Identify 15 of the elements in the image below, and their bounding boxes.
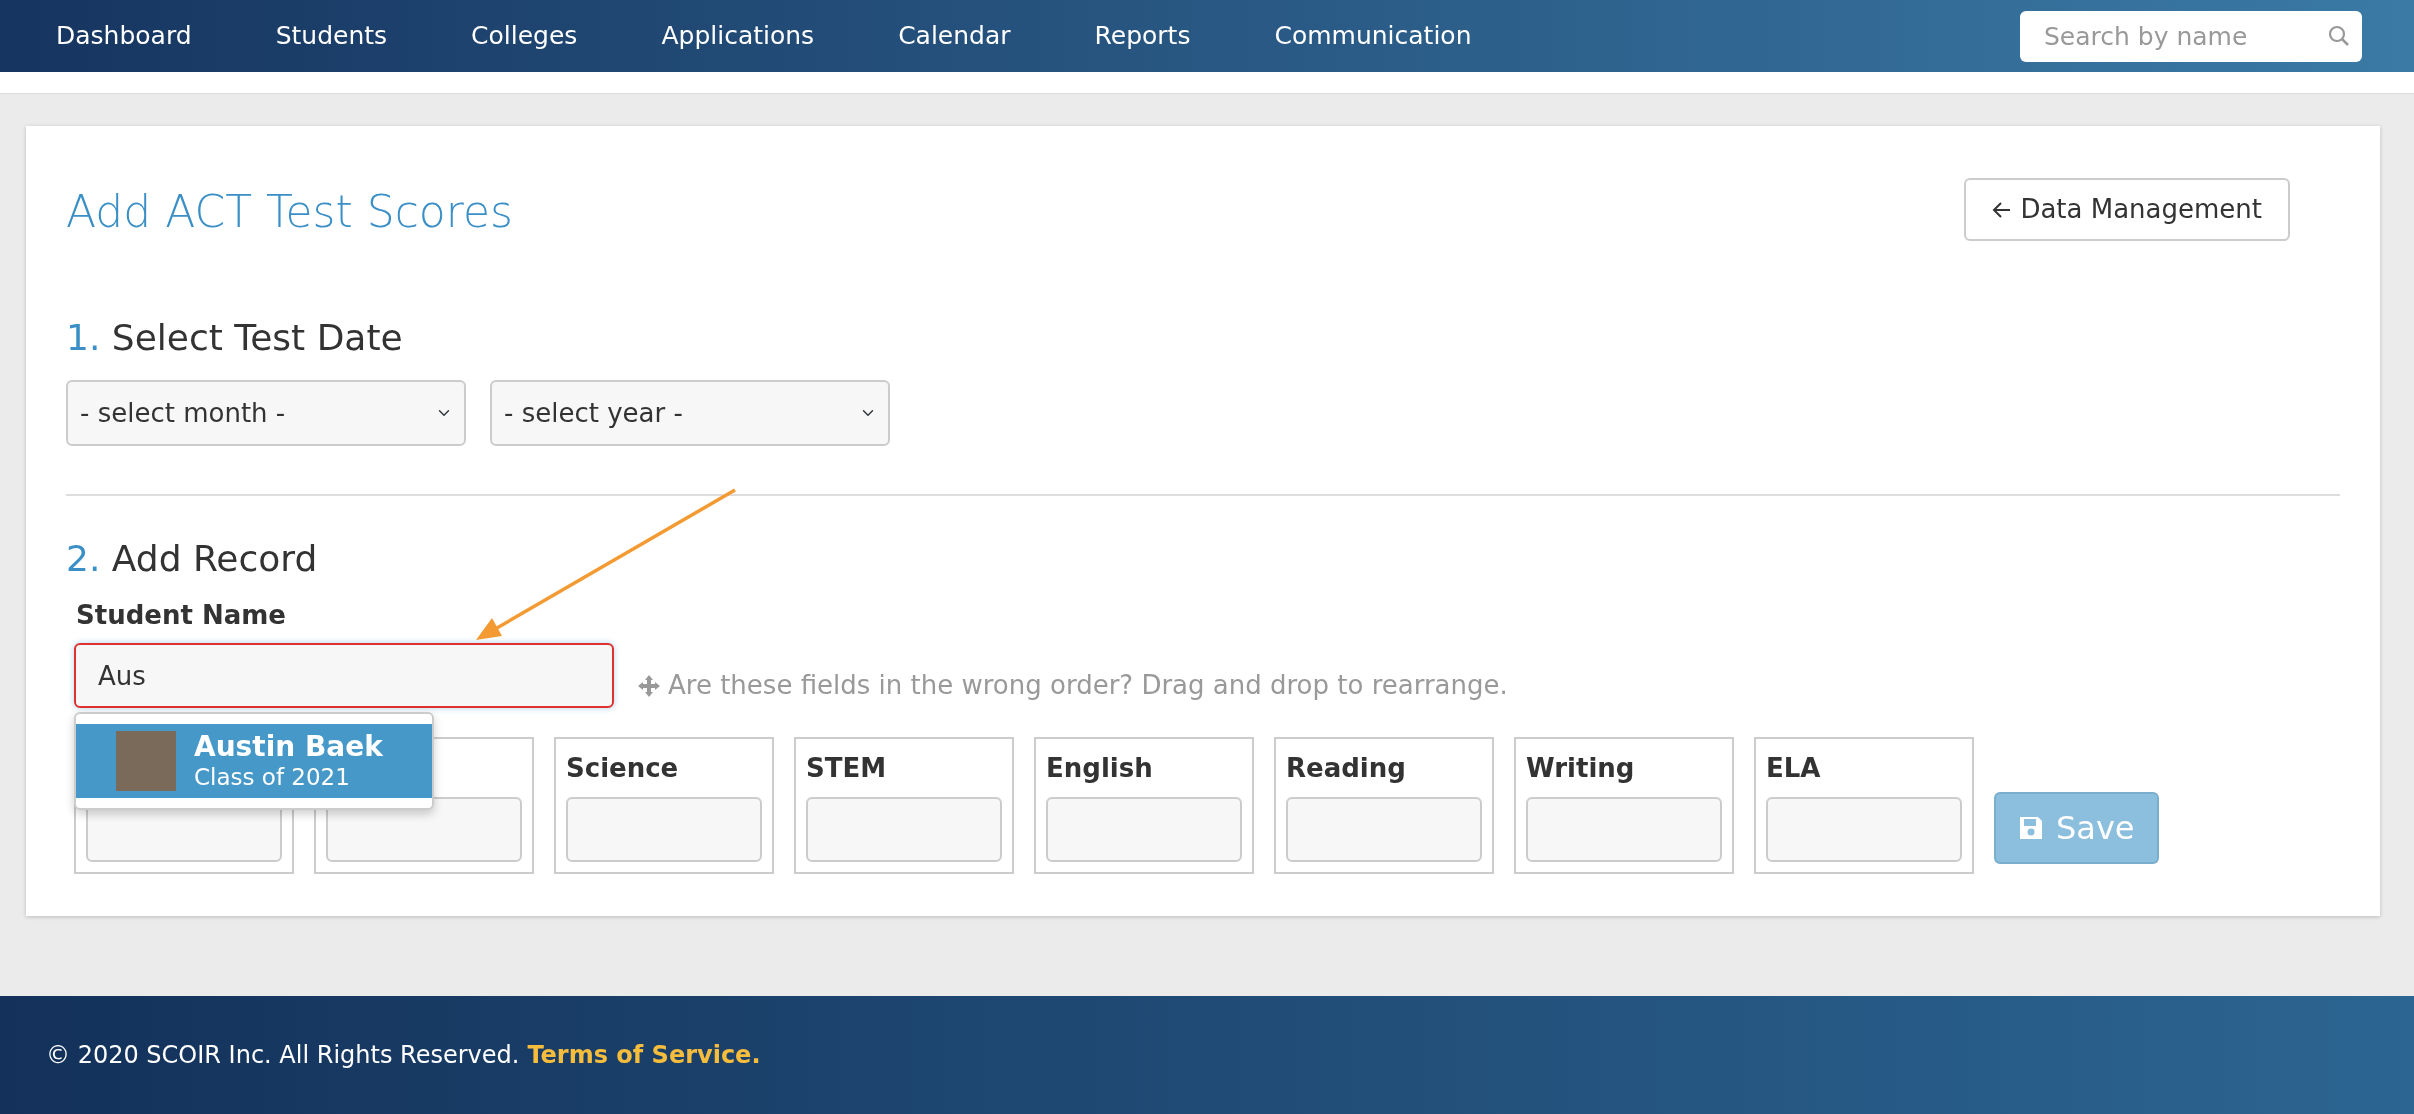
field-label: Writing (1526, 752, 1636, 786)
save-button: Save (1994, 792, 2159, 865)
field-label: Reading (1286, 752, 1407, 786)
field-label: ELA (1766, 752, 1822, 786)
section-heading: 1. Select Test Date (66, 316, 404, 360)
field-label: English (1046, 752, 1154, 786)
field-label: Science (566, 752, 680, 786)
class-year: Class of 2021 (194, 763, 351, 792)
page-title: Add ACT Test Scores (66, 186, 513, 239)
field-label: Student Name (76, 599, 287, 633)
section-heading: 2. Add Record (66, 537, 319, 581)
drag-hint: Are these fields in the wrong order? Drag and drop to rearrange. (668, 669, 1508, 703)
field-label: STEM (806, 752, 888, 786)
student-name: Austin Baek (194, 730, 383, 764)
copyright-text: © 2020 SCOIR Inc. All Rights Reserved. (46, 1040, 520, 1071)
